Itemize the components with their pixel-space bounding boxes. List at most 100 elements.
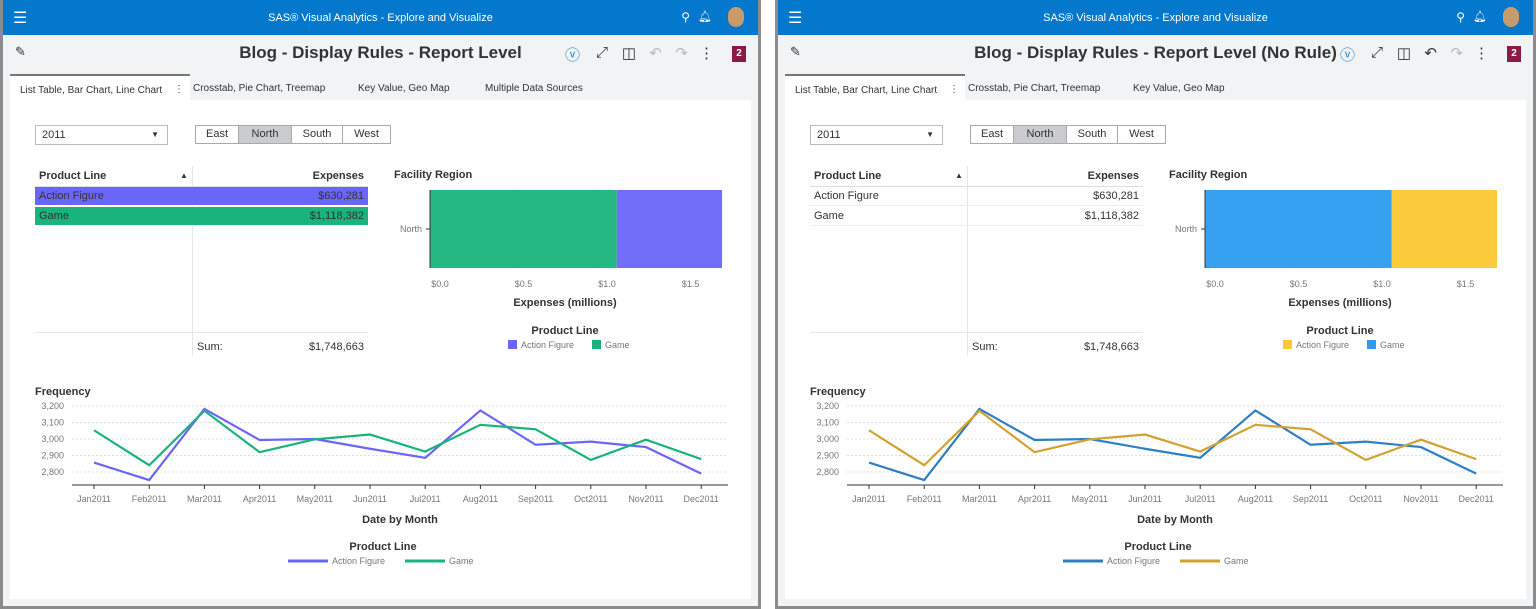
report-title: Blog - Display Rules - Report Level [239, 43, 522, 62]
x-tick-label: Oct2011 [574, 494, 607, 504]
y-tick-label: 2,900 [816, 451, 839, 461]
table-row[interactable]: Action Figure $630,281 [810, 187, 1143, 206]
more-icon[interactable]: ⋮ [699, 44, 714, 62]
header-expenses[interactable]: Expenses [1088, 170, 1139, 182]
y-tick-label: 3,100 [816, 418, 839, 428]
region-button-west[interactable]: West [1118, 126, 1165, 143]
header-product-line[interactable]: Product Line [814, 170, 881, 182]
x-tick-label: $0.5 [1290, 279, 1308, 289]
region-button-north[interactable]: North [239, 126, 292, 143]
expand-icon[interactable]: ⤢ [596, 44, 608, 61]
list-table[interactable]: Product Line ▲ Expenses Action Figure $630,2… [810, 166, 1143, 356]
report-window-1: ☰ SAS® Visual Analytics - Explore and Vis… [0, 0, 761, 609]
legend-label: Action Figure [1296, 340, 1349, 350]
x-tick-label: Jan2011 [852, 494, 886, 504]
sum-label: Sum: [197, 341, 223, 353]
search-icon[interactable]: ⚲ [681, 10, 690, 24]
bell-icon[interactable]: 🔔︎ [698, 10, 712, 23]
line-chart-title: Frequency [35, 386, 92, 398]
x-tick-label: Jan2011 [77, 494, 111, 504]
sum-divider [35, 332, 368, 333]
region-button-north[interactable]: North [1014, 126, 1067, 143]
legend-title: Product Line [1306, 325, 1373, 337]
line-series-game [93, 409, 702, 467]
x-tick-label: Dec2011 [1459, 494, 1494, 504]
sort-ascending-icon[interactable]: ▲ [180, 171, 188, 180]
undo-icon[interactable]: ↶ [649, 44, 662, 62]
x-tick-label: Feb2011 [132, 494, 167, 504]
x-tick-label: Apr2011 [243, 494, 276, 504]
tab-label: Crosstab, Pie Chart, Treemap [193, 83, 326, 94]
report-window-body: ☰ SAS® Visual Analytics - Explore and Vis… [3, 0, 758, 606]
cell-product-line: Action Figure [814, 190, 879, 202]
x-tick-label: Sep2011 [518, 494, 553, 504]
tab-4[interactable]: Multiple Data Sources [485, 74, 645, 100]
x-tick-label: May2011 [297, 494, 333, 504]
bar-segment-game [430, 190, 617, 268]
line-series-action-figure [93, 407, 702, 482]
tab-3[interactable]: Key Value, Geo Map [1133, 74, 1293, 100]
notification-badge[interactable]: 2 [1507, 46, 1521, 62]
info-icon[interactable]: ⓥ [1340, 44, 1355, 65]
app-bar: ☰ SAS® Visual Analytics - Explore and Vis… [778, 0, 1533, 35]
legend-swatch [1367, 340, 1376, 349]
notification-badge[interactable]: 2 [732, 46, 746, 62]
region-button-south[interactable]: South [292, 126, 343, 143]
x-tick-label: $0.0 [1206, 279, 1224, 289]
x-axis-label: Expenses (millions) [1288, 297, 1392, 309]
undo-icon[interactable]: ↶ [1424, 44, 1437, 62]
more-icon[interactable]: ⋮ [1474, 44, 1489, 62]
year-value: 2011 [42, 129, 66, 141]
y-tick-label: 2,800 [816, 467, 839, 477]
line-chart-title: Frequency [810, 386, 867, 398]
x-tick-label: $1.0 [1373, 279, 1391, 289]
bar-chart-title: Facility Region [1169, 169, 1248, 181]
tab-1[interactable]: List Table, Bar Chart, Line Chart ⋮ [10, 74, 190, 100]
year-dropdown[interactable]: 2011 ▼ [35, 125, 168, 145]
header-product-line[interactable]: Product Line [39, 170, 106, 182]
year-dropdown[interactable]: 2011 ▼ [810, 125, 943, 145]
app-title: SAS® Visual Analytics - Explore and Visu… [1043, 12, 1268, 24]
table-row[interactable]: Game $1,118,382 [35, 207, 368, 226]
avatar[interactable] [728, 7, 744, 27]
redo-icon[interactable]: ↷ [675, 44, 688, 62]
sort-ascending-icon[interactable]: ▲ [955, 171, 963, 180]
line-chart: Frequency 2,800 2,900 3,000 3,100 3,200 Jan201… [810, 386, 1503, 566]
table-row[interactable]: Action Figure $630,281 [35, 187, 368, 206]
x-tick-label: Jun2011 [1128, 494, 1162, 504]
y-tick-label: 2,900 [41, 451, 64, 461]
table-row[interactable]: Game $1,118,382 [810, 207, 1143, 226]
bar-segment-action-figure [1391, 190, 1498, 268]
tab-2[interactable]: Crosstab, Pie Chart, Treemap [965, 74, 1125, 100]
line-series-game [868, 409, 1477, 467]
tab-1[interactable]: List Table, Bar Chart, Line Chart ⋮ [785, 74, 965, 100]
bell-icon[interactable]: 🔔︎ [1473, 10, 1487, 23]
info-icon[interactable]: ⓥ [565, 44, 580, 65]
region-button-east[interactable]: East [971, 126, 1014, 143]
cell-expenses: $630,281 [1093, 190, 1139, 202]
pane-icon[interactable]: ◫ [622, 44, 636, 62]
bar-segment-game [1205, 190, 1392, 268]
region-button-south[interactable]: South [1067, 126, 1118, 143]
legend-label: Action Figure [521, 340, 574, 350]
header-expenses[interactable]: Expenses [313, 170, 364, 182]
expand-icon[interactable]: ⤢ [1371, 44, 1383, 61]
x-tick-label: May2011 [1072, 494, 1108, 504]
y-tick-label: 3,200 [41, 401, 64, 411]
region-button-west[interactable]: West [343, 126, 390, 143]
y-tick-label: 2,800 [41, 467, 64, 477]
x-axis-label: Date by Month [1137, 514, 1213, 526]
search-icon[interactable]: ⚲ [1456, 10, 1465, 24]
y-category-label: North [1175, 224, 1197, 234]
report-canvas: 2011 ▼ East North South West Product Line ▲ Expe… [785, 100, 1526, 599]
list-table[interactable]: Product Line ▲ Expenses Action Figure $630,2… [35, 166, 368, 356]
region-button-east[interactable]: East [196, 126, 239, 143]
redo-icon[interactable]: ↷ [1450, 44, 1463, 62]
legend-swatch [592, 340, 601, 349]
avatar[interactable] [1503, 7, 1519, 27]
tab-menu-icon[interactable]: ⋮ [174, 84, 184, 95]
tab-2[interactable]: Crosstab, Pie Chart, Treemap [190, 74, 350, 100]
chevron-down-icon: ▼ [926, 130, 934, 139]
pane-icon[interactable]: ◫ [1397, 44, 1411, 62]
tab-menu-icon[interactable]: ⋮ [949, 84, 959, 95]
